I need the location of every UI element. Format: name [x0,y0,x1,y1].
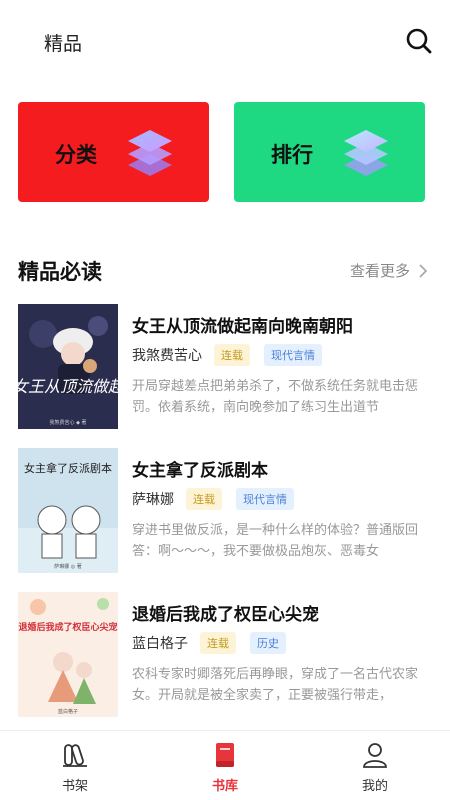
tab-profile[interactable]: 我的 [335,741,415,799]
book-author: 我煞费苦心 [132,348,202,364]
book-description: 开局穿越差点把弟弟杀了，不做系统任务就电击惩罚。依着系统，南向晚参加了练习生出道… [132,379,419,415]
book-list-item[interactable]: 女主拿了反派剧本 萨琳娜 ◎ 著 女主拿了反派剧本 萨琳娜 连载 现代言情 穿进… [0,448,450,578]
chevron-right-icon [419,263,428,278]
profile-icon [363,743,387,768]
genre-badge: 历史 [250,632,286,654]
cover-title-text: 女主拿了反派剧本 [24,461,112,475]
book-author: 蓝白格子 [132,636,188,652]
book-cover[interactable]: 退婚后我成了权臣心尖宠 蓝白格子 [18,592,118,717]
cover-author-text: 蓝白格子 [58,708,78,715]
book-title[interactable]: 女王从顶流做起南向晚南朝阳 [132,312,353,337]
status-badge: 连载 [186,488,222,510]
search-button[interactable] [404,26,434,56]
layers-icon [128,130,172,176]
layers-icon [344,130,388,176]
section-title: 精品必读 [18,260,102,284]
book-list-item[interactable]: 退婚后我成了权臣心尖宠 蓝白格子 退婚后我成了权臣心尖宠 蓝白格子 连载 历史 … [0,592,450,722]
status-badge: 连载 [214,344,250,366]
ranking-card[interactable]: 排行 [234,102,425,202]
library-icon [216,743,234,767]
category-card-label: 分类 [55,143,97,167]
tab-bookshelf[interactable]: 书架 [35,741,115,799]
genre-badge: 现代言情 [264,344,322,366]
see-more-link[interactable]: 查看更多 [350,260,428,281]
book-title[interactable]: 女主拿了反派剧本 [132,456,268,481]
tab-label: 书架 [61,779,88,794]
book-list-item[interactable]: 女王从顶流做起 我煞费苦心 ◆ 著 女王从顶流做起南向晚南朝阳 我煞费苦心 连载… [0,304,450,434]
category-card[interactable]: 分类 [18,102,209,202]
book-author: 萨琳娜 [132,492,174,508]
tab-label: 我的 [361,779,388,794]
category-cards: 分类 排行 [0,102,450,202]
book-meta: 蓝白格子 连载 历史 [132,632,300,654]
top-bar: 精品 [0,0,450,84]
book-cover[interactable]: 女王从顶流做起 我煞费苦心 ◆ 著 [18,304,118,429]
tab-label: 书库 [211,779,238,794]
book-cover[interactable]: 女主拿了反派剧本 萨琳娜 ◎ 著 [18,448,118,573]
page-title: 精品 [44,33,83,55]
ranking-card-label: 排行 [271,143,313,167]
status-badge: 连载 [200,632,236,654]
book-description: 穿进书里做反派，是一种什么样的体验？普通版回答：啊～～～，我不要做极品炮灰、恶毒… [132,523,419,559]
bottom-tab-bar: 书架 书库 我的 [0,730,450,800]
cover-author-text: 萨琳娜 ◎ 著 [54,563,82,570]
see-more-label: 查看更多 [350,262,411,280]
search-icon [406,28,432,54]
cover-author-text: 我煞费苦心 ◆ 著 [49,419,86,426]
genre-badge: 现代言情 [236,488,294,510]
book-meta: 我煞费苦心 连载 现代言情 [132,344,336,366]
section-header: 精品必读 查看更多 [0,250,450,290]
book-title[interactable]: 退婚后我成了权臣心尖宠 [132,600,319,625]
book-meta: 萨琳娜 连载 现代言情 [132,488,308,510]
cover-title-text: 退婚后我成了权臣心尖宠 [18,621,117,633]
book-description: 农科专家时卿落死后再睁眼，穿成了一名古代农家女。开局就是被全家卖了，正要被强行带… [132,667,419,703]
tab-library[interactable]: 书库 [185,741,265,799]
bookshelf-icon [63,744,87,767]
cover-title-text: 女王从顶流做起 [18,377,118,396]
